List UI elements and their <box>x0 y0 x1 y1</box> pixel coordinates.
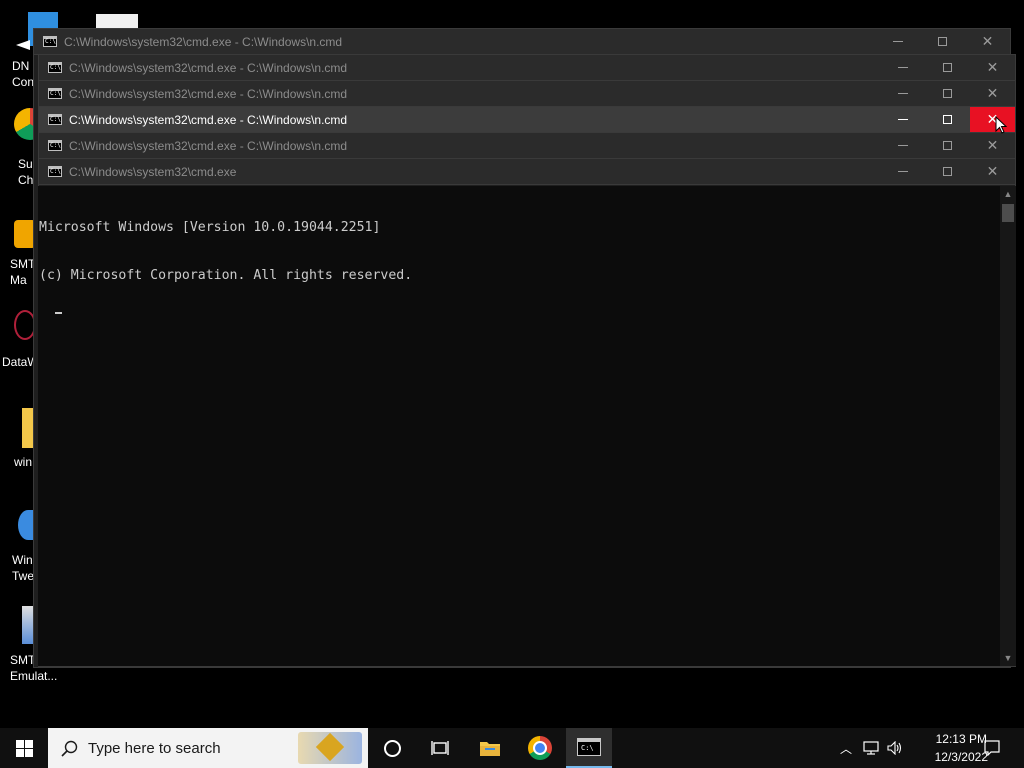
close-button[interactable]: ✕ <box>970 81 1015 106</box>
speaker-icon <box>887 741 902 755</box>
maximize-icon <box>943 167 952 176</box>
app-icon[interactable] <box>96 14 138 28</box>
close-icon: ✕ <box>986 137 999 153</box>
cmd-icon <box>43 36 57 47</box>
maximize-icon <box>943 141 952 150</box>
minimize-icon <box>897 171 908 172</box>
task-view-icon <box>431 741 449 755</box>
folder-icon <box>480 742 500 756</box>
maximize-icon <box>938 37 947 46</box>
minimize-icon <box>897 93 908 94</box>
minimize-button[interactable] <box>880 55 925 80</box>
cortana-circle-icon <box>383 739 401 757</box>
file-explorer-button[interactable] <box>466 728 514 768</box>
minimize-icon <box>897 145 908 146</box>
search-icon <box>61 740 78 757</box>
maximize-button[interactable] <box>925 133 970 158</box>
window-title: C:\Windows\system32\cmd.exe - C:\Windows… <box>64 34 343 49</box>
console-line: (c) Microsoft Corporation. All rights re… <box>39 268 413 283</box>
title-bar[interactable]: C:\Windows\system32\cmd.exe - C:\Windows… <box>39 107 1015 133</box>
close-icon: ✕ <box>986 163 999 179</box>
search-highlight-image <box>298 732 362 764</box>
window-title: C:\Windows\system32\cmd.exe - C:\Windows… <box>69 112 348 127</box>
maximize-icon <box>943 115 952 124</box>
volume-button[interactable] <box>884 728 906 768</box>
minimize-icon <box>892 41 903 42</box>
title-bar[interactable]: C:\Windows\system32\cmd.exe - C:\Windows… <box>39 133 1015 159</box>
task-view-button[interactable] <box>416 728 464 768</box>
search-placeholder: Type here to search <box>88 739 221 757</box>
minimize-icon <box>897 119 908 120</box>
cmd-taskbar-button[interactable]: C:\ <box>566 728 612 768</box>
action-center-button[interactable] <box>978 728 1006 768</box>
minimize-button[interactable] <box>880 133 925 158</box>
network-button[interactable] <box>860 728 882 768</box>
minimize-button[interactable] <box>880 107 925 132</box>
cmd-icon <box>48 114 62 125</box>
search-box[interactable]: Type here to search <box>48 728 368 768</box>
console-line: Microsoft Windows [Version 10.0.19044.22… <box>39 220 381 235</box>
network-icon <box>863 741 879 755</box>
notification-icon <box>984 740 1000 756</box>
maximize-button[interactable] <box>925 107 970 132</box>
minimize-button[interactable] <box>880 81 925 106</box>
chrome-icon <box>528 736 552 760</box>
scroll-down-icon[interactable]: ▼ <box>1000 650 1016 666</box>
cmd-icon <box>48 88 62 99</box>
close-button[interactable]: ✕ <box>965 29 1010 54</box>
close-button[interactable]: ✕ <box>970 55 1015 80</box>
search-highlight-icon <box>315 732 345 762</box>
maximize-icon <box>943 89 952 98</box>
maximize-icon <box>943 63 952 72</box>
console-output[interactable]: Microsoft Windows [Version 10.0.19044.22… <box>38 186 1000 666</box>
maximize-button[interactable] <box>925 55 970 80</box>
title-bar[interactable]: C:\Windows\system32\cmd.exe - C:\Windows… <box>39 55 1015 81</box>
title-bar[interactable]: C:\Windows\system32\cmd.exe - C:\Windows… <box>34 29 1010 55</box>
scrollbar[interactable]: ▲ ▼ <box>1000 186 1016 666</box>
close-icon: ✕ <box>981 33 994 49</box>
cmd-icon <box>48 140 62 151</box>
maximize-button[interactable] <box>920 29 965 54</box>
cortana-button[interactable] <box>368 728 416 768</box>
window-title: C:\Windows\system32\cmd.exe - C:\Windows… <box>69 138 348 153</box>
chrome-taskbar-button[interactable] <box>516 728 564 768</box>
tray-overflow-button[interactable]: ︿ <box>836 728 856 768</box>
close-button[interactable]: ✕ <box>970 159 1015 184</box>
chevron-up-icon: ︿ <box>839 741 852 756</box>
cmd-icon <box>48 62 62 73</box>
scroll-up-icon[interactable]: ▲ <box>1000 186 1016 202</box>
scroll-thumb[interactable] <box>1002 204 1014 222</box>
maximize-button[interactable] <box>925 159 970 184</box>
start-button[interactable] <box>0 728 48 768</box>
text-cursor <box>54 312 62 314</box>
title-bar[interactable]: C:\Windows\system32\cmd.exe - C:\Windows… <box>39 81 1015 107</box>
minimize-button[interactable] <box>880 159 925 184</box>
window-title: C:\Windows\system32\cmd.exe - C:\Windows… <box>69 60 348 75</box>
cmd-icon: C:\ <box>577 738 601 756</box>
close-button[interactable]: ✕ <box>970 107 1015 132</box>
mouse-pointer-icon <box>995 116 1007 134</box>
title-bar[interactable]: C:\Windows\system32\cmd.exe ✕ <box>39 159 1015 185</box>
minimize-icon <box>897 67 908 68</box>
cmd-icon <box>48 166 62 177</box>
window-title: C:\Windows\system32\cmd.exe - C:\Windows… <box>69 86 348 101</box>
windows-logo-icon <box>15 739 33 757</box>
close-icon: ✕ <box>986 85 999 101</box>
minimize-button[interactable] <box>875 29 920 54</box>
window-title: C:\Windows\system32\cmd.exe <box>69 164 237 179</box>
shortcut-arrow-icon <box>16 40 30 50</box>
maximize-button[interactable] <box>925 81 970 106</box>
close-icon: ✕ <box>986 59 999 75</box>
close-button[interactable]: ✕ <box>970 133 1015 158</box>
